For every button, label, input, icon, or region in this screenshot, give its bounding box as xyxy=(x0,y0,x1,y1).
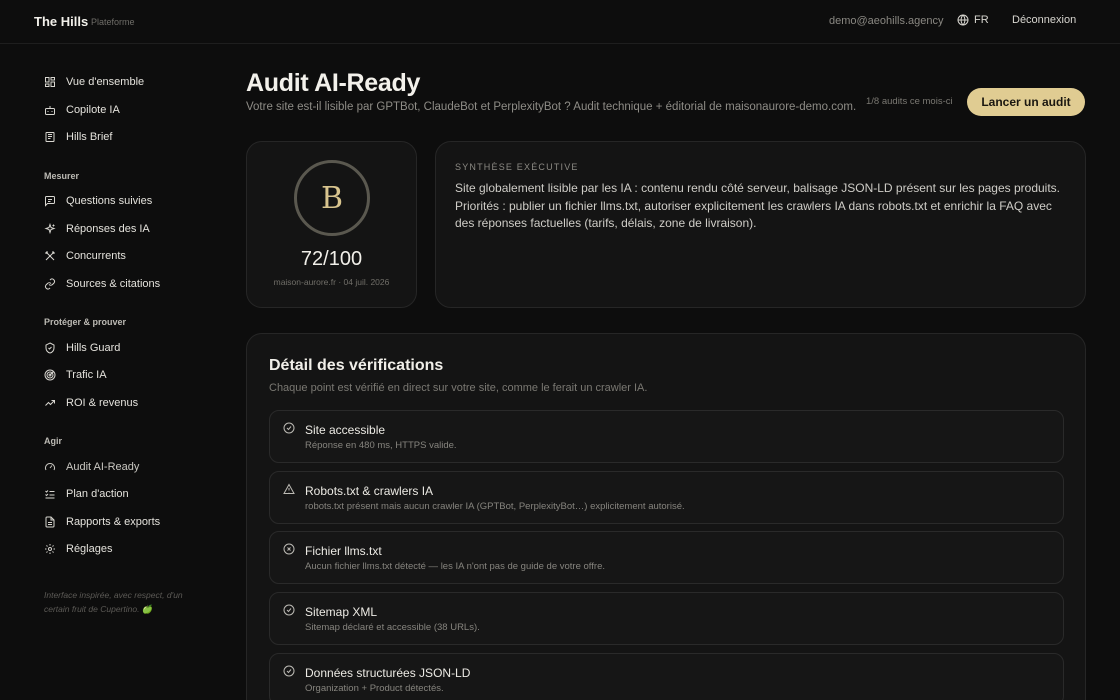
globe-icon xyxy=(957,14,969,26)
check-description: Réponse en 480 ms, HTTPS valide. xyxy=(305,440,457,451)
grade-badge: B xyxy=(294,160,370,236)
gauge-icon xyxy=(45,463,55,471)
sidebar-item-label: Sources & citations xyxy=(66,278,161,290)
checklist-icon xyxy=(45,490,55,499)
logout-button[interactable]: Déconnexion xyxy=(1012,14,1076,26)
sidebar-item-hills-guard[interactable]: Hills Guard xyxy=(44,338,120,358)
sparkles-icon xyxy=(44,223,56,235)
grade-letter: B xyxy=(320,180,344,216)
section-label-protect: Protéger & prouver xyxy=(44,317,127,327)
page-subtitle: Votre site est-il lisible par GPTBot, Cl… xyxy=(246,101,857,113)
sidebar-item-label: Copilote IA xyxy=(66,104,120,116)
top-bar: The Hills Plateforme demo@aeohills.agenc… xyxy=(0,0,1120,44)
user-email: demo@aeohills.agency xyxy=(829,15,944,27)
check-description: Organization + Product détectés. xyxy=(305,683,444,694)
summary-label: SYNTHÈSE EXÉCUTIVE xyxy=(455,162,579,172)
launch-audit-button[interactable]: Lancer un audit xyxy=(967,88,1085,116)
check-title: Sitemap XML xyxy=(305,605,378,619)
check-item[interactable]: Site accessible Réponse en 480 ms, HTTPS… xyxy=(269,410,1064,463)
details-title: Détail des vérifications xyxy=(269,357,444,374)
check-title: Données structurées JSON-LD xyxy=(305,666,471,680)
summary-text: Site globalement lisible par les IA : co… xyxy=(455,181,1060,230)
sidebar-item-roi[interactable]: ROI & revenus xyxy=(44,393,138,413)
check-description: Aucun fichier llms.txt détecté — les IA … xyxy=(305,561,605,572)
audit-quota: 1/8 audits ce mois-ci xyxy=(866,96,953,107)
sidebar-item-copilot[interactable]: Copilote IA xyxy=(44,100,120,120)
check-circle-icon xyxy=(283,422,295,434)
sidebar-item-label: Vue d'ensemble xyxy=(66,76,145,88)
details-subtitle: Chaque point est vérifié en direct sur v… xyxy=(269,382,648,394)
check-description: Sitemap déclaré et accessible (38 URLs). xyxy=(305,622,480,633)
page-title: Audit AI-Ready xyxy=(246,69,421,97)
sidebar-item-label: Rapports & exports xyxy=(66,516,161,528)
score-meta: maison-aurore.fr · 04 juil. 2026 xyxy=(273,277,390,287)
sidebar-item-label: Hills Guard xyxy=(66,342,121,354)
sidebar-item-ai-traffic[interactable]: Trafic IA xyxy=(44,365,107,385)
sidebar-item-hills-brief[interactable]: Hills Brief xyxy=(44,127,112,147)
score-value: 72/100 xyxy=(300,248,363,270)
check-title: Fichier llms.txt xyxy=(305,544,382,558)
warning-triangle-icon xyxy=(283,483,295,494)
file-icon xyxy=(45,516,55,528)
radar-icon xyxy=(44,369,56,381)
sidebar-item-settings[interactable]: Réglages xyxy=(44,539,112,559)
check-item[interactable]: Sitemap XML Sitemap déclaré et accessibl… xyxy=(269,592,1064,645)
check-description: robots.txt présent mais aucun crawler IA… xyxy=(305,501,685,512)
score-card: B 72/100 maison-aurore.fr · 04 juil. 202… xyxy=(246,141,417,308)
check-title: Site accessible xyxy=(305,423,386,437)
section-label-act: Agir xyxy=(44,436,62,446)
trending-up-icon xyxy=(45,400,55,406)
check-title: Robots.txt & crawlers IA xyxy=(305,484,434,498)
check-item[interactable]: Données structurées JSON-LD Organization… xyxy=(269,653,1064,700)
executive-summary-card: SYNTHÈSE EXÉCUTIVE Site globalement lisi… xyxy=(435,141,1086,308)
shield-icon xyxy=(45,342,55,354)
sidebar-item-label: Hills Brief xyxy=(66,131,113,143)
x-circle-icon xyxy=(283,543,295,555)
check-circle-icon xyxy=(283,665,295,677)
brand-logo[interactable]: The Hills xyxy=(34,14,88,29)
language-switcher[interactable]: FR xyxy=(957,14,989,26)
sidebar-item-audit[interactable]: Audit AI-Ready xyxy=(44,457,139,477)
newspaper-icon xyxy=(45,132,55,142)
sidebar-footer-note: Interface inspirée, avec respect, d'un c… xyxy=(44,590,183,614)
message-icon xyxy=(45,196,55,207)
sidebar-item-label: ROI & revenus xyxy=(66,397,139,409)
sidebar-item-label: Plan d'action xyxy=(66,488,129,500)
check-item[interactable]: Robots.txt & crawlers IA robots.txt prés… xyxy=(269,471,1064,524)
sidebar-item-questions[interactable]: Questions suivies xyxy=(44,191,152,211)
sidebar-item-overview[interactable]: Vue d'ensemble xyxy=(44,72,144,92)
sidebar: Vue d'ensemble Copilote IA Hills Brief M… xyxy=(0,44,220,700)
section-label-measure: Mesurer xyxy=(44,171,80,181)
sidebar-item-sources[interactable]: Sources & citations xyxy=(44,274,160,294)
sidebar-item-action-plan[interactable]: Plan d'action xyxy=(44,484,129,504)
language-label: FR xyxy=(974,14,989,26)
sidebar-item-label: Audit AI-Ready xyxy=(66,461,140,473)
check-item[interactable]: Fichier llms.txt Aucun fichier llms.txt … xyxy=(269,531,1064,584)
check-circle-icon xyxy=(283,604,295,616)
bot-icon xyxy=(45,106,55,115)
sidebar-item-ai-answers[interactable]: Réponses des IA xyxy=(44,219,150,239)
brand-subtitle: Plateforme xyxy=(91,17,135,27)
sidebar-item-competitors[interactable]: Concurrents xyxy=(44,246,126,266)
sidebar-item-label: Trafic IA xyxy=(66,369,107,381)
swords-icon xyxy=(45,251,55,261)
sidebar-item-label: Réponses des IA xyxy=(66,223,150,235)
dashboard-icon xyxy=(45,77,55,87)
sidebar-item-label: Questions suivies xyxy=(66,195,153,207)
link-icon xyxy=(45,278,55,290)
checks-detail-card: Détail des vérifications Chaque point es… xyxy=(246,333,1086,700)
gear-icon xyxy=(45,544,55,554)
sidebar-item-label: Réglages xyxy=(66,543,113,555)
sidebar-item-label: Concurrents xyxy=(66,250,126,262)
sidebar-item-reports[interactable]: Rapports & exports xyxy=(44,512,160,532)
